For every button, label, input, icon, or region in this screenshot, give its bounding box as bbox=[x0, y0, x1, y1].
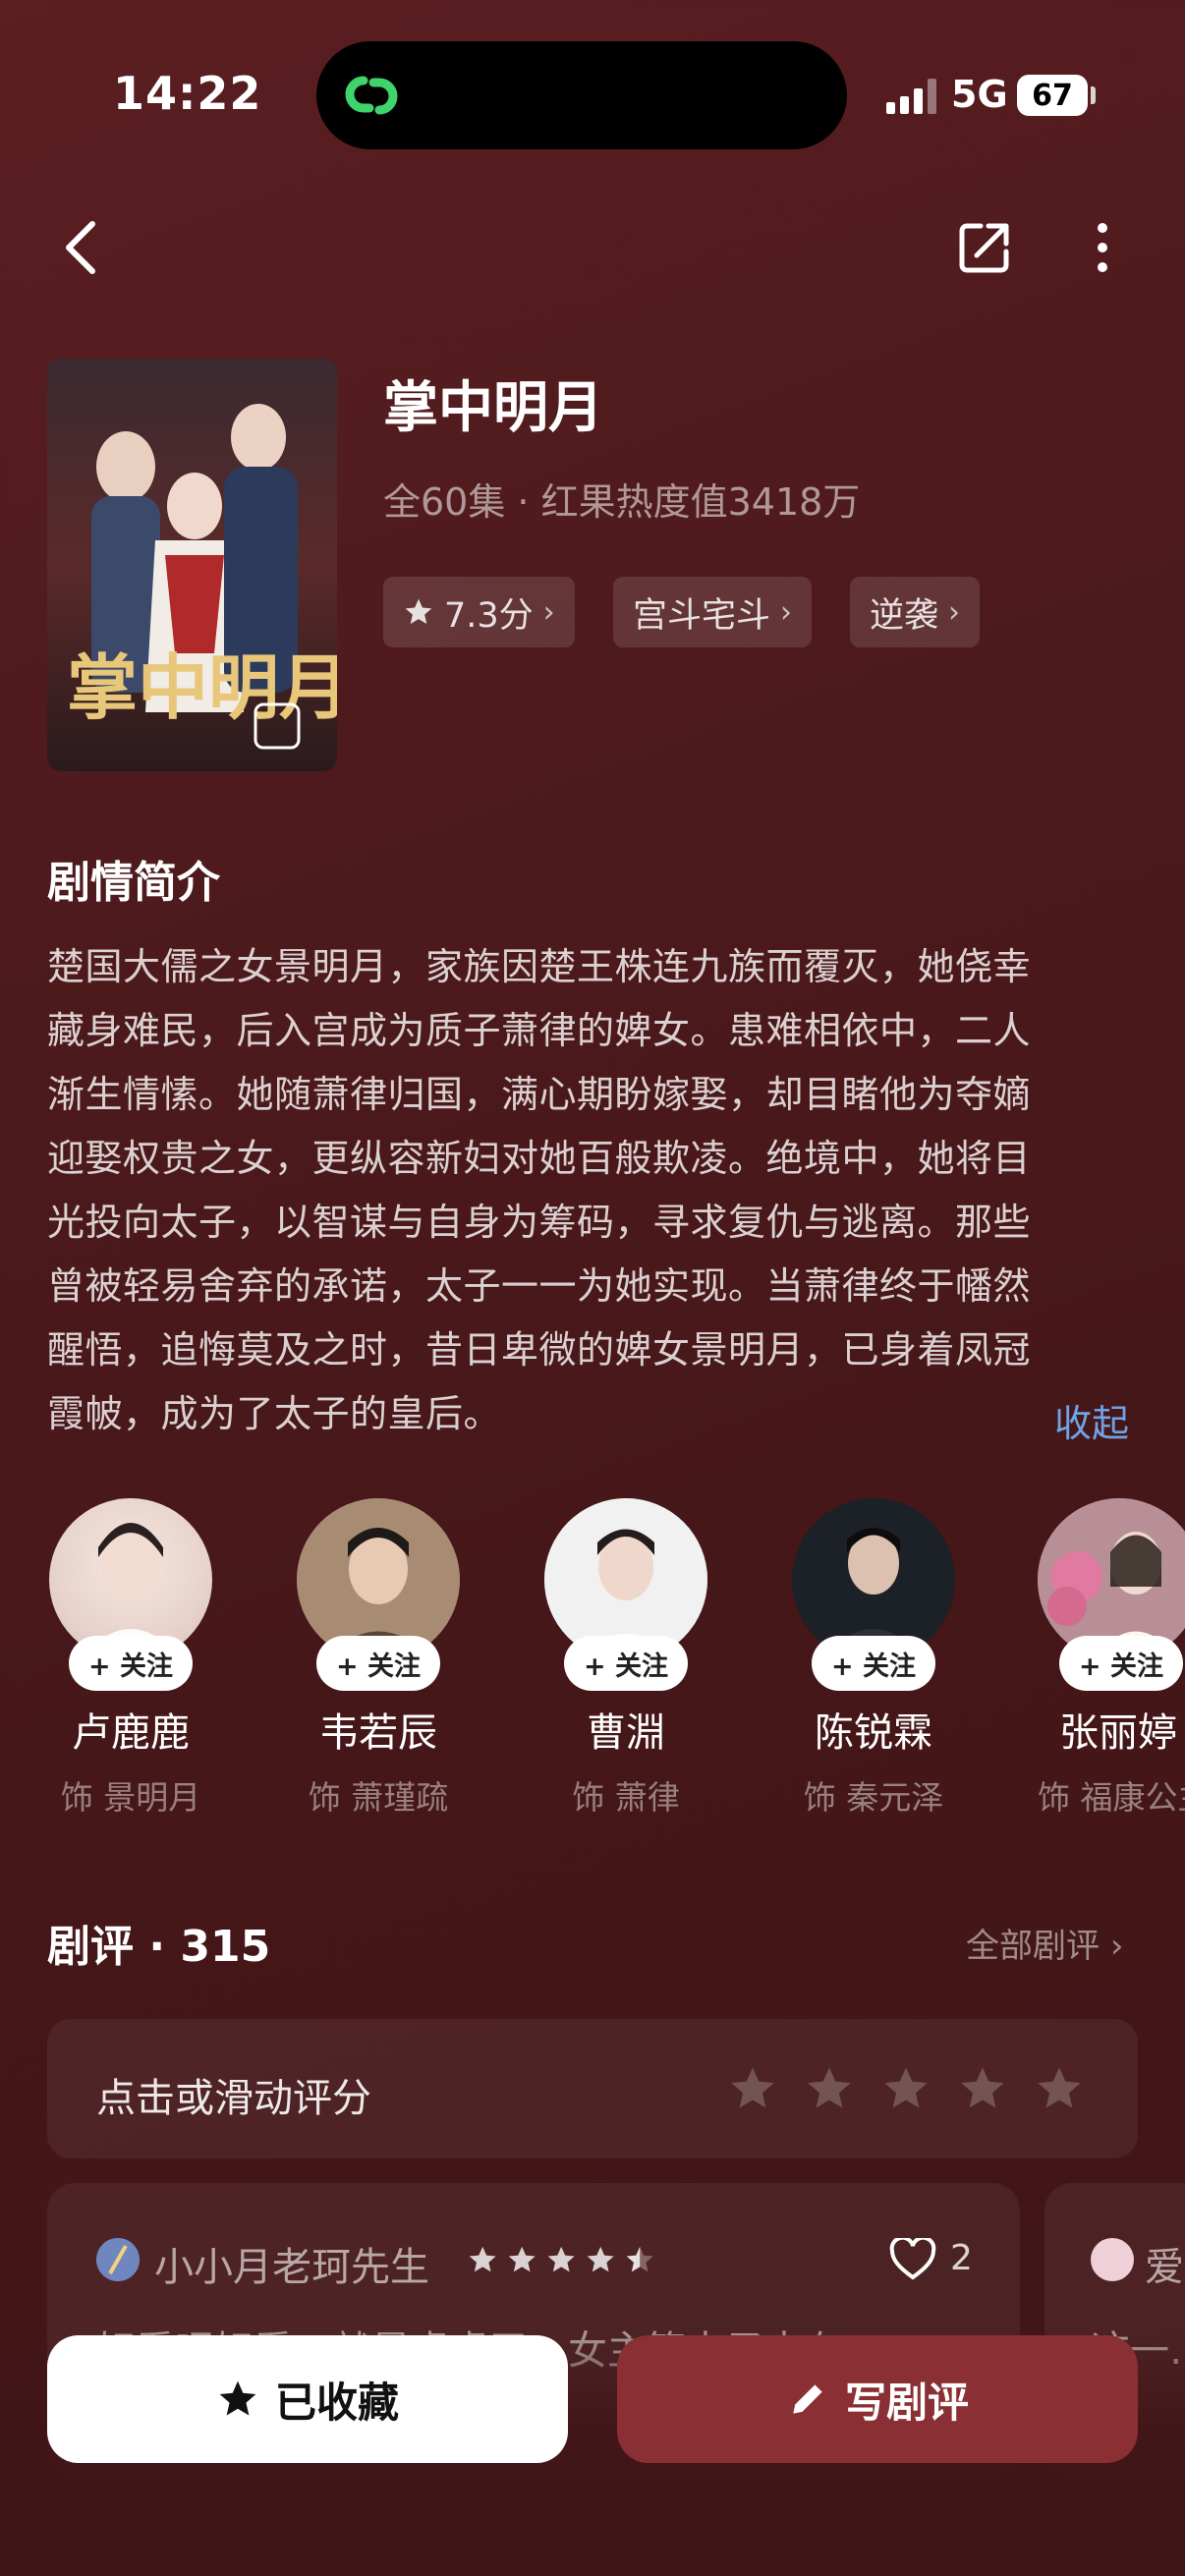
synopsis-line: 藏身难民，后入宫成为质子萧律的婢女。患难相依中，二人 bbox=[47, 1009, 1032, 1052]
synopsis-line: 曾被轻易舍弃的承诺，太子一一为她实现。当萧律终于幡然 bbox=[47, 1264, 1032, 1308]
like-heart-icon[interactable] bbox=[889, 2238, 936, 2281]
reviewer-name: 爱 bbox=[1145, 2245, 1184, 2290]
pencil-icon bbox=[793, 2384, 822, 2414]
cast-role: 饰 萧瑾疏 bbox=[308, 1778, 449, 1817]
write-review-button[interactable]: 写剧评 bbox=[617, 2335, 1138, 2463]
chevron-right-icon: › bbox=[780, 594, 793, 630]
back-button[interactable] bbox=[41, 208, 120, 287]
link-app-icon bbox=[345, 76, 398, 115]
network-type: 5G bbox=[951, 73, 1008, 116]
drama-poster[interactable]: 掌中明月 bbox=[47, 359, 337, 771]
theme-label: 逆袭 bbox=[870, 595, 939, 636]
genre-tag[interactable]: 宫斗宅斗 › bbox=[613, 577, 813, 647]
share-icon bbox=[959, 223, 1009, 273]
rating-tag[interactable]: 7.3分 › bbox=[383, 577, 575, 647]
like-count: 2 bbox=[950, 2238, 973, 2278]
chevron-right-icon: › bbox=[1109, 1927, 1124, 1966]
rating-star-2[interactable] bbox=[804, 2063, 855, 2114]
drama-subtitle: 全60集 · 红果热度值3418万 bbox=[383, 480, 861, 524]
battery-indicator: 67 bbox=[1017, 75, 1088, 116]
status-time: 14:22 bbox=[113, 67, 262, 120]
cast-name: 卢鹿鹿 bbox=[72, 1710, 190, 1756]
cast-name: 韦若辰 bbox=[319, 1710, 437, 1756]
cast-member[interactable]: + 关注 张丽婷 饰 福康公主 bbox=[1038, 1498, 1185, 1819]
rating-star-5[interactable] bbox=[1034, 2063, 1085, 2114]
synopsis-heading: 剧情简介 bbox=[47, 858, 220, 908]
chevron-right-icon: › bbox=[542, 594, 555, 630]
rating-star-3[interactable] bbox=[880, 2063, 931, 2114]
cast-name: 曹淵 bbox=[587, 1710, 665, 1756]
reviews-heading: 剧评 · 315 bbox=[47, 1922, 271, 1972]
cast-member[interactable]: + 关注 卢鹿鹿 饰 景明月 bbox=[47, 1498, 214, 1819]
cast-role: 饰 景明月 bbox=[60, 1778, 201, 1817]
reviewer-name: 小小月老珂先生 bbox=[154, 2245, 429, 2290]
collect-label: 已收藏 bbox=[274, 2378, 399, 2427]
synopsis-line: 霞帔，成为了太子的皇后。 bbox=[47, 1392, 502, 1435]
cast-role: 饰 萧律 bbox=[572, 1778, 680, 1817]
cast-member[interactable]: + 关注 韦若辰 饰 萧瑾疏 bbox=[295, 1498, 462, 1819]
write-review-label: 写剧评 bbox=[844, 2378, 969, 2427]
rating-star-4[interactable] bbox=[957, 2063, 1008, 2114]
synopsis-line: 迎娶权贵之女，更纵容新妇对她百般欺凌。绝境中，她将目 bbox=[47, 1137, 1032, 1180]
chevron-right-icon: › bbox=[948, 594, 961, 630]
star-filled-icon bbox=[219, 2380, 256, 2416]
follow-button[interactable]: + 关注 bbox=[316, 1636, 440, 1691]
all-reviews-link[interactable]: 全部剧评 › bbox=[966, 1919, 1123, 1967]
battery-tip bbox=[1091, 86, 1096, 104]
reviewer-avatar[interactable] bbox=[1091, 2238, 1134, 2281]
more-button[interactable] bbox=[1063, 208, 1142, 287]
drama-title: 掌中明月 bbox=[383, 376, 603, 440]
star-icon bbox=[405, 598, 432, 624]
signal-icon bbox=[886, 79, 936, 114]
theme-tag[interactable]: 逆袭 › bbox=[850, 577, 981, 647]
avatar-image bbox=[96, 2238, 140, 2281]
cast-member[interactable]: + 关注 曹淵 饰 萧律 bbox=[542, 1498, 709, 1819]
cast-name: 陈锐霖 bbox=[815, 1710, 932, 1756]
cast-role: 饰 福康公主 bbox=[1038, 1778, 1185, 1817]
follow-button[interactable]: + 关注 bbox=[564, 1636, 688, 1691]
all-reviews-label: 全部剧评 bbox=[966, 1927, 1100, 1966]
chevron-left-icon bbox=[66, 221, 95, 274]
follow-button[interactable]: + 关注 bbox=[69, 1636, 193, 1691]
collect-button[interactable]: 已收藏 bbox=[47, 2335, 568, 2463]
follow-button[interactable]: + 关注 bbox=[812, 1636, 935, 1691]
cast-name: 张丽婷 bbox=[1059, 1710, 1177, 1756]
rating-label: 7.3分 bbox=[444, 595, 534, 636]
synopsis-line: 醒悟，追悔莫及之时，昔日卑微的婢女景明月，已身着凤冠 bbox=[47, 1328, 1032, 1372]
rate-prompt: 点击或滑动评分 bbox=[96, 2076, 371, 2121]
synopsis-text: 楚国大儒之女景明月，家族因楚王株连九族而覆灭，她侥幸 藏身难民，后入宫成为质子萧… bbox=[47, 935, 1138, 1446]
cast-role: 饰 秦元泽 bbox=[803, 1778, 944, 1817]
collapse-button[interactable]: 收起 bbox=[1054, 1393, 1129, 1447]
follow-button[interactable]: + 关注 bbox=[1059, 1636, 1183, 1691]
synopsis-line: 楚国大儒之女景明月，家族因楚王株连九族而覆灭，她侥幸 bbox=[47, 945, 1032, 988]
reviewer-avatar[interactable] bbox=[96, 2238, 140, 2281]
rating-star-1[interactable] bbox=[727, 2063, 778, 2114]
share-button[interactable] bbox=[945, 208, 1024, 287]
synopsis-line: 光投向太子，以智谋与自身为筹码，寻求复仇与逃离。那些 bbox=[47, 1201, 1032, 1244]
genre-label: 宫斗宅斗 bbox=[633, 595, 771, 636]
cast-member[interactable]: + 关注 陈锐霖 饰 秦元泽 bbox=[790, 1498, 957, 1819]
poster-image: 掌中明月 bbox=[47, 359, 337, 771]
synopsis-line: 渐生情愫。她随萧律归国，满心期盼嫁娶，却目睹他为夺嫡 bbox=[47, 1073, 1032, 1116]
svg-text:掌中明月: 掌中明月 bbox=[67, 645, 337, 729]
review-stars bbox=[469, 2246, 653, 2272]
more-vertical-icon bbox=[1098, 223, 1107, 272]
